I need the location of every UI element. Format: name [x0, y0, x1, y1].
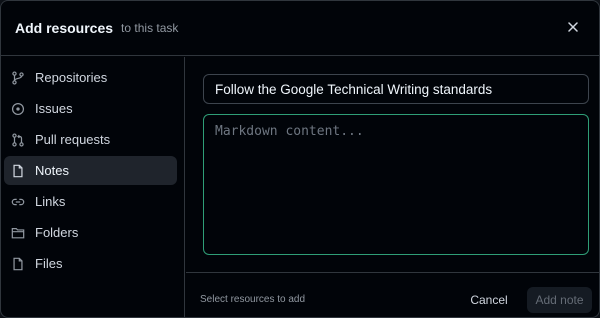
- dialog-footer: Select resources to add Cancel Add note: [186, 272, 599, 317]
- sidebar-item-notes[interactable]: Notes: [4, 156, 177, 185]
- folder-icon: [11, 226, 25, 240]
- sidebar-item-label: Links: [35, 194, 66, 209]
- issue-circle-icon: [11, 102, 25, 116]
- link-icon: [11, 195, 25, 209]
- note-form: [186, 57, 599, 273]
- markdown-content-input[interactable]: [203, 114, 589, 255]
- sidebar-item-pull-requests[interactable]: Pull requests: [4, 125, 177, 154]
- sidebar-item-repositories[interactable]: Repositories: [4, 63, 177, 92]
- pull-request-icon: [11, 132, 25, 147]
- sidebar-item-label: Notes: [35, 163, 69, 178]
- add-note-button[interactable]: Add note: [527, 287, 592, 313]
- sidebar-item-label: Files: [35, 256, 63, 271]
- sidebar-item-label: Pull requests: [35, 132, 111, 147]
- sidebar-item-label: Repositories: [35, 70, 108, 85]
- file-icon: [11, 164, 25, 178]
- dialog-subtitle: to this task: [121, 21, 179, 35]
- sidebar-item-files[interactable]: Files: [4, 249, 177, 278]
- sidebar-item-label: Folders: [35, 225, 79, 240]
- footer-hint: Select resources to add: [200, 294, 306, 305]
- add-resources-dialog: Add resources to this task Repositories: [0, 0, 600, 318]
- sidebar-item-links[interactable]: Links: [4, 187, 177, 216]
- sidebar-item-issues[interactable]: Issues: [4, 94, 177, 123]
- sidebar-item-folders[interactable]: Folders: [4, 218, 177, 247]
- resource-type-sidebar: Repositories Issues Pull requests Notes …: [1, 57, 185, 317]
- cancel-button[interactable]: Cancel: [461, 288, 517, 312]
- close-button[interactable]: [563, 17, 583, 37]
- note-title-input[interactable]: [203, 74, 589, 104]
- sidebar-item-label: Issues: [35, 101, 73, 116]
- file-icon: [11, 257, 25, 271]
- close-icon: [568, 22, 578, 32]
- dialog-title: Add resources: [15, 20, 114, 36]
- git-branch-icon: [11, 70, 25, 85]
- dialog-header: Add resources to this task: [1, 1, 599, 56]
